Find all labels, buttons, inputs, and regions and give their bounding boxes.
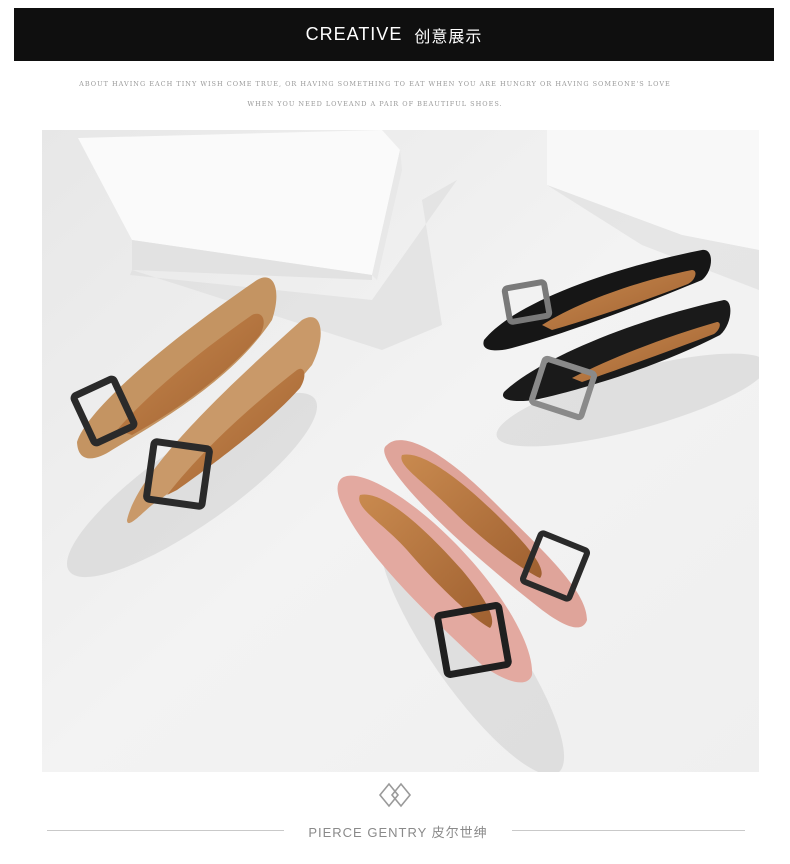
double-diamond-logo-icon (378, 782, 412, 808)
divider-left (47, 830, 284, 831)
footer-brand-row: PIERCE GENTRY 皮尔世绅 (0, 820, 790, 840)
product-photo (42, 130, 759, 772)
header-title-en: CREATIVE (305, 24, 403, 44)
tagline-line-2: WHEN YOU NEED LOVEAND A PAIR OF BEAUTIFU… (247, 100, 503, 108)
divider-right (512, 830, 745, 831)
tagline-line-1: ABOUT HAVING EACH TINY WISH COME TRUE, O… (79, 80, 671, 88)
header-banner: CREATIVE 创意展示 (14, 8, 774, 61)
brand-name: PIERCE GENTRY 皮尔世绅 (308, 825, 488, 840)
header-title-cn: 创意展示 (414, 28, 483, 46)
shoes-illustration (42, 130, 759, 772)
